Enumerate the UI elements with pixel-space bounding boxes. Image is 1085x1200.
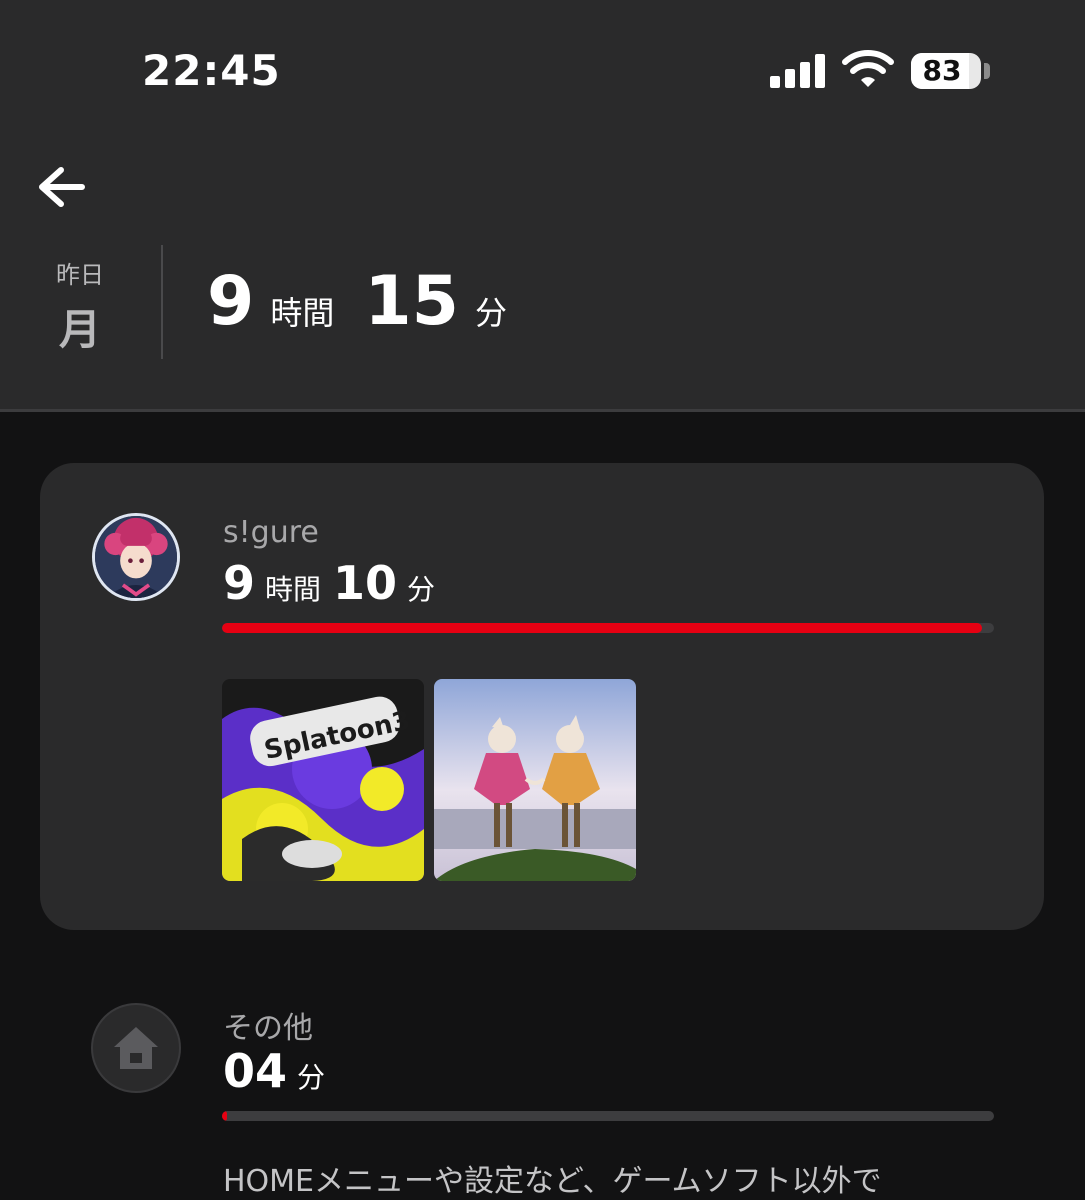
other-progress-bar [222, 1111, 994, 1121]
total-play-time: 9 時間 15 分 [207, 262, 537, 341]
hours-unit: 時間 [270, 294, 335, 332]
other-description: HOMEメニューや設定など、ゲームソフト以外で [223, 1164, 882, 1199]
day-name: 月 [58, 305, 101, 354]
vertical-divider [161, 245, 163, 359]
user-hours-unit: 時間 [265, 573, 322, 606]
day-label: 昨日 [56, 261, 104, 289]
user-progress-fill [222, 623, 983, 633]
splatoon3-game-icon[interactable]: Splatoon3 [222, 679, 424, 881]
battery-indicator: 83 [911, 53, 981, 89]
status-time: 22:45 [142, 46, 281, 95]
battery-cap [984, 63, 990, 79]
day-selector: 昨日 月 [40, 255, 120, 357]
user-minutes: 10 [333, 556, 398, 610]
home-icon [91, 1003, 181, 1093]
signal-bars-icon [770, 52, 826, 88]
header-divider [0, 409, 1085, 412]
other-minutes: 04 [223, 1044, 288, 1098]
battery-percent: 83 [922, 54, 962, 87]
user-progress-bar [222, 623, 994, 633]
back-arrow-icon[interactable] [34, 160, 90, 216]
user-hours: 9 [223, 556, 256, 610]
sky-game-icon[interactable] [434, 679, 636, 881]
user-play-time: 9 時間 10 分 [223, 556, 447, 610]
total-hours: 9 [207, 262, 255, 341]
user-minutes-unit: 分 [407, 573, 436, 606]
user-name: s!gure [223, 515, 319, 550]
other-play-time: 04 分 [223, 1044, 325, 1098]
minutes-unit: 分 [474, 294, 507, 332]
other-minutes-unit: 分 [297, 1061, 326, 1094]
wifi-icon [842, 50, 894, 87]
other-name: その他 [223, 1011, 313, 1046]
total-minutes: 15 [364, 262, 459, 341]
other-progress-fill [222, 1111, 228, 1121]
avatar [92, 513, 180, 601]
